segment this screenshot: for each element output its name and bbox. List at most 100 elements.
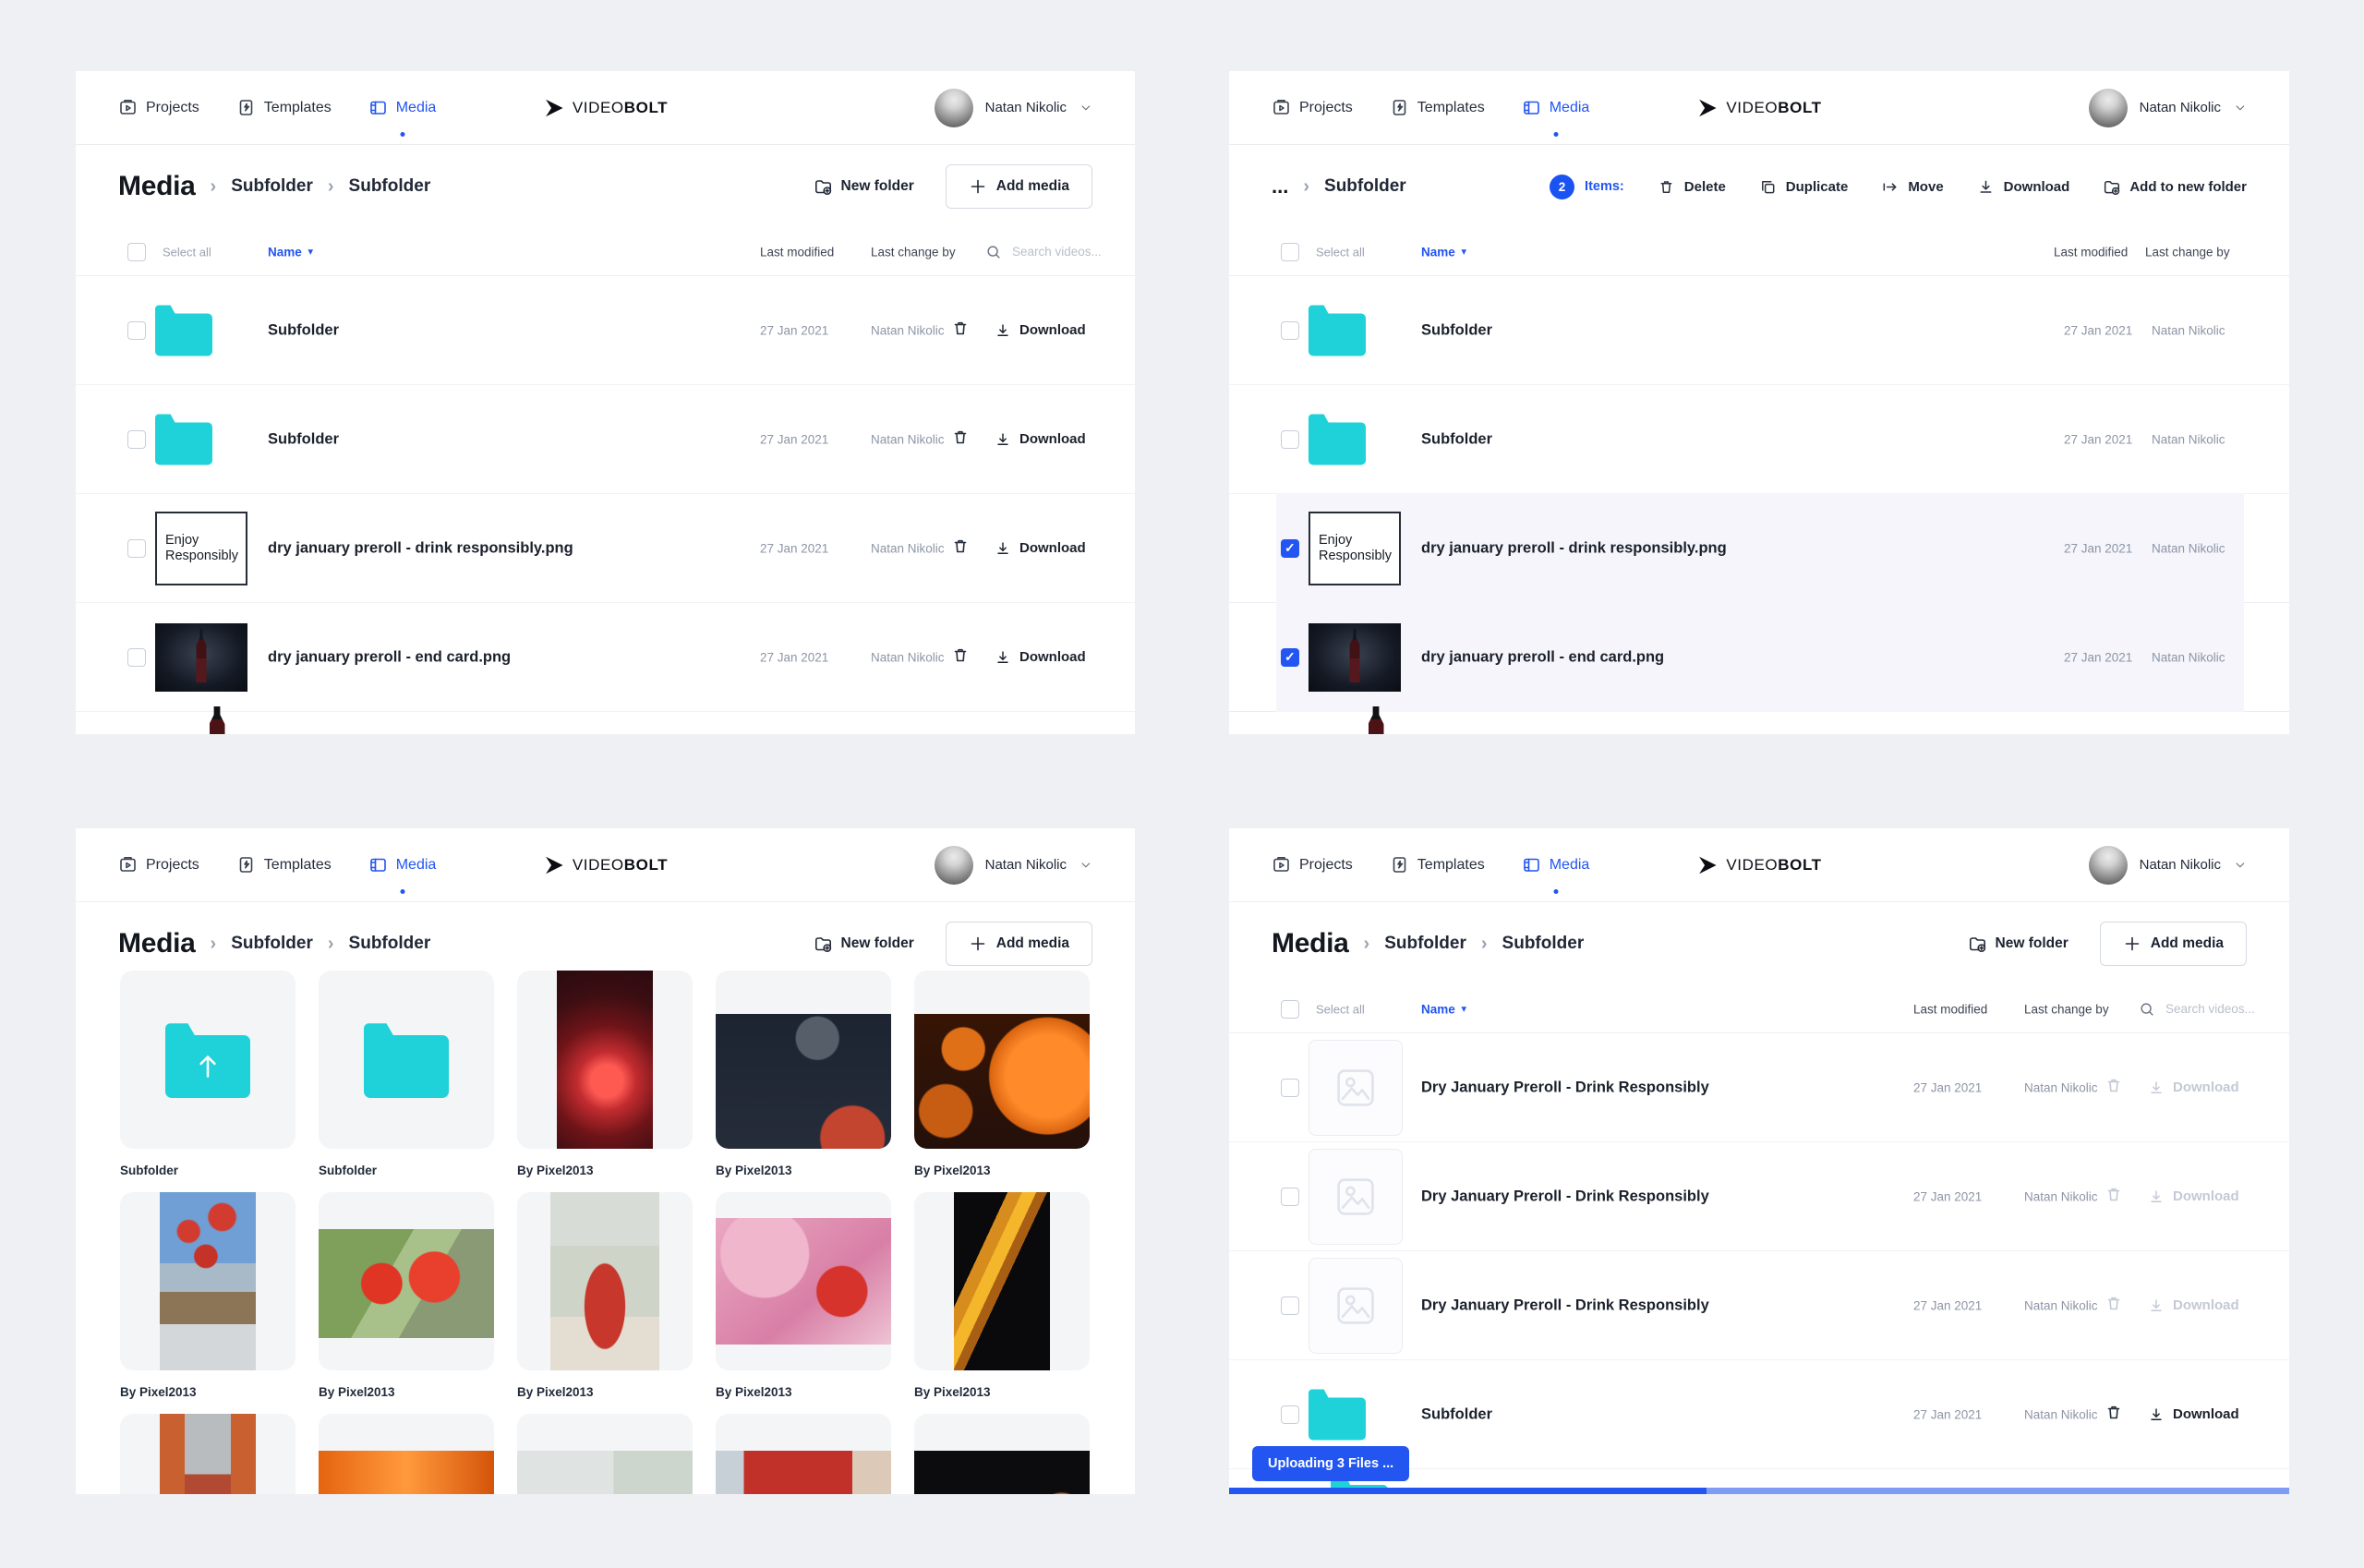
breadcrumb-level2[interactable]: Subfolder [349, 934, 431, 954]
select-all-checkbox[interactable] [127, 243, 146, 261]
nav-media[interactable]: Media [1522, 98, 1590, 117]
nav-media[interactable]: Media [368, 98, 437, 117]
videobolt-logo: VIDEOBOLT [543, 97, 668, 119]
uploading-row[interactable]: Dry January Preroll - Drink Responsibly … [1229, 1033, 2289, 1142]
delete-button[interactable] [951, 645, 970, 669]
download-button[interactable]: Download [995, 540, 1086, 557]
uploading-row[interactable]: Dry January Preroll - Drink Responsibly … [1229, 1142, 2289, 1251]
folder-card-up[interactable]: Subfolder [120, 971, 296, 1192]
media-card[interactable] [517, 1414, 693, 1494]
nav-templates[interactable]: Templates [1390, 855, 1485, 874]
row-checkbox[interactable] [127, 321, 146, 340]
media-card[interactable] [914, 1414, 1090, 1494]
nav-media[interactable]: Media [368, 855, 437, 874]
table-row[interactable]: Subfolder 27 Jan 2021 Natan Nikolic [1229, 276, 2289, 385]
download-button[interactable]: Download [995, 431, 1086, 448]
nav-templates[interactable]: Templates [236, 98, 332, 117]
delete-button[interactable] [2105, 1403, 2123, 1426]
select-all-checkbox[interactable] [1281, 1000, 1299, 1019]
add-to-new-folder-button[interactable]: Add to new folder [2103, 178, 2247, 196]
new-folder-button[interactable]: New folder [1968, 935, 2068, 953]
breadcrumb-level2[interactable]: Subfolder [1502, 934, 1585, 954]
table-row[interactable]: Subfolder 27 Jan 2021 Natan Nikolic Down… [76, 276, 1135, 385]
delete-button[interactable] [951, 319, 970, 342]
add-media-button[interactable]: Add media [946, 922, 1092, 966]
media-card[interactable]: By Pixel2013 [319, 1192, 494, 1414]
table-row-selected[interactable]: dry january preroll - end card.png 27 Ja… [1229, 603, 2289, 712]
delete-button[interactable] [951, 537, 970, 560]
media-card[interactable] [716, 1414, 891, 1494]
row-checkbox[interactable] [1281, 1079, 1299, 1097]
media-card[interactable]: By Pixel2013 [517, 971, 693, 1192]
row-checkbox[interactable] [1281, 1188, 1299, 1206]
row-checkbox[interactable] [1281, 430, 1299, 449]
move-button[interactable]: Move [1881, 178, 1943, 196]
table-row[interactable]: Enjoy Responsibly dry january preroll - … [76, 494, 1135, 603]
table-row[interactable]: dry january preroll - end card.png 27 Ja… [76, 603, 1135, 712]
folder-card[interactable]: Subfolder [319, 971, 494, 1192]
media-card[interactable]: By Pixel2013 [517, 1192, 693, 1414]
sort-by-name[interactable]: Name▾ [268, 245, 313, 259]
nav-projects[interactable]: Projects [1272, 855, 1353, 874]
row-checkbox[interactable] [127, 648, 146, 667]
sort-by-name[interactable]: Name▾ [1421, 245, 1466, 259]
avatar [935, 89, 973, 127]
breadcrumb-level1[interactable]: Subfolder [1384, 934, 1466, 954]
search-input[interactable]: Search videos... [2139, 1001, 2255, 1018]
breadcrumb-level1[interactable]: Subfolder [231, 176, 313, 197]
add-media-button[interactable]: Add media [946, 164, 1092, 209]
user-name: Natan Nikolic [2140, 857, 2221, 873]
add-media-button[interactable]: Add media [2100, 922, 2247, 966]
row-checkbox[interactable] [1281, 1405, 1299, 1424]
uploading-row[interactable]: Dry January Preroll - Drink Responsibly … [1229, 1251, 2289, 1360]
table-row-selected[interactable]: Enjoy Responsibly dry january preroll - … [1229, 494, 2289, 603]
delete-button[interactable] [951, 428, 970, 451]
breadcrumb-root[interactable]: Media [1272, 928, 1349, 959]
download-selected-button[interactable]: Download [1977, 178, 2070, 196]
download-button[interactable]: Download [2148, 1406, 2239, 1423]
breadcrumb-level1[interactable]: Subfolder [231, 934, 313, 954]
media-card[interactable] [319, 1414, 494, 1494]
nav-projects[interactable]: Projects [118, 855, 199, 874]
logo-video: VIDEO [573, 856, 624, 874]
nav-templates[interactable]: Templates [236, 855, 332, 874]
media-card[interactable] [120, 1414, 296, 1494]
row-checkbox[interactable] [127, 430, 146, 449]
breadcrumb-collapsed[interactable]: ... [1272, 175, 1288, 199]
breadcrumb-level1[interactable]: Subfolder [1324, 176, 1406, 197]
breadcrumb-separator: › [1481, 934, 1488, 955]
media-card[interactable]: By Pixel2013 [716, 1192, 891, 1414]
media-card[interactable]: By Pixel2013 [716, 971, 891, 1192]
row-checkbox[interactable] [127, 539, 146, 558]
download-button[interactable]: Download [995, 649, 1086, 666]
download-button[interactable]: Download [995, 322, 1086, 339]
thumbnail-text: Enjoy Responsibly [1309, 512, 1401, 585]
new-folder-button[interactable]: New folder [814, 177, 914, 196]
sort-by-name[interactable]: Name▾ [1421, 1002, 1466, 1016]
row-checkbox-checked[interactable] [1281, 539, 1299, 558]
breadcrumb-root[interactable]: Media [118, 171, 196, 202]
media-card[interactable]: By Pixel2013 [120, 1192, 296, 1414]
breadcrumb-root[interactable]: Media [118, 928, 196, 959]
delete-selected-button[interactable]: Delete [1658, 178, 1726, 196]
nav-media[interactable]: Media [1522, 855, 1590, 874]
user-menu[interactable]: Natan Nikolic [2089, 89, 2247, 127]
user-menu[interactable]: Natan Nikolic [935, 89, 1092, 127]
new-folder-button[interactable]: New folder [814, 935, 914, 953]
user-menu[interactable]: Natan Nikolic [935, 846, 1092, 885]
search-input[interactable]: Search videos... [985, 244, 1102, 260]
table-row[interactable]: Subfolder 27 Jan 2021 Natan Nikolic [1229, 385, 2289, 494]
user-menu[interactable]: Natan Nikolic [2089, 846, 2247, 885]
table-row[interactable]: Subfolder 27 Jan 2021 Natan Nikolic Down… [76, 385, 1135, 494]
nav-projects[interactable]: Projects [118, 98, 199, 117]
nav-templates[interactable]: Templates [1390, 98, 1485, 117]
media-card[interactable]: By Pixel2013 [914, 1192, 1090, 1414]
nav-projects[interactable]: Projects [1272, 98, 1353, 117]
row-checkbox[interactable] [1281, 321, 1299, 340]
duplicate-button[interactable]: Duplicate [1759, 178, 1849, 196]
breadcrumb-level2[interactable]: Subfolder [349, 176, 431, 197]
media-card[interactable]: By Pixel2013 [914, 971, 1090, 1192]
row-checkbox-checked[interactable] [1281, 648, 1299, 667]
select-all-checkbox[interactable] [1281, 243, 1299, 261]
row-checkbox[interactable] [1281, 1297, 1299, 1315]
